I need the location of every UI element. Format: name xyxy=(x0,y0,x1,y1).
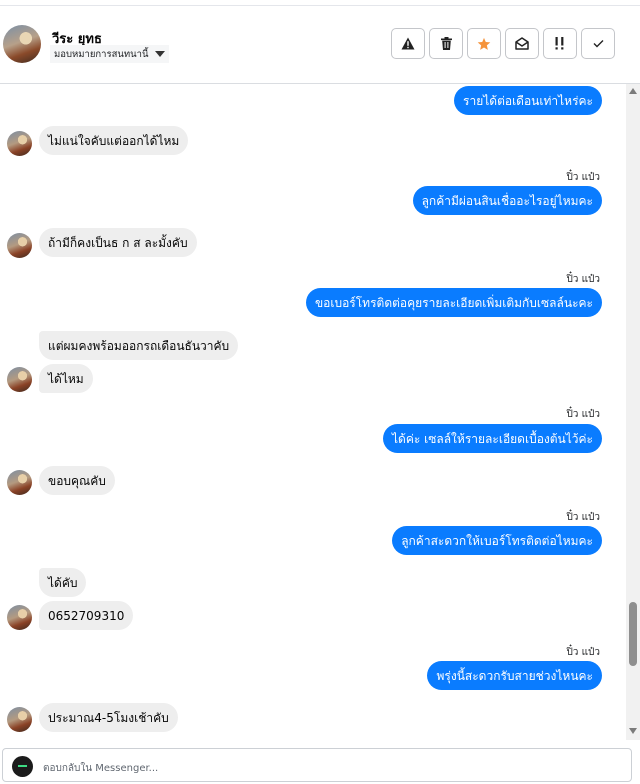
reply-composer[interactable]: ตอบกลับใน Messenger... xyxy=(2,748,632,782)
conversation-header: วีระ ยุทธ มอบหมายการสนทนานี้ xyxy=(0,6,640,84)
scroll-down-arrow-icon[interactable] xyxy=(629,728,637,734)
sender-name: ปิ๋ว แป๋ว xyxy=(566,172,600,183)
reply-input-placeholder[interactable]: ตอบกลับใน Messenger... xyxy=(43,761,158,776)
star-icon xyxy=(477,37,491,50)
sender-name: ปิ๋ว แป๋ว xyxy=(566,647,600,658)
incoming-message[interactable]: ประมาณ4-5โมงเช้าคับ xyxy=(39,703,178,732)
header-actions xyxy=(391,28,615,59)
delete-button[interactable] xyxy=(429,28,463,59)
follow-up-button[interactable] xyxy=(543,28,577,59)
contact-avatar-small xyxy=(7,131,32,156)
assign-conversation-dropdown[interactable]: มอบหมายการสนทนานี้ xyxy=(50,45,169,63)
done-button[interactable] xyxy=(581,28,615,59)
outgoing-message[interactable]: พรุ่งนี้สะดวกรับสายช่วงไหนคะ xyxy=(427,661,602,690)
warning-icon xyxy=(401,37,415,50)
thread-scrollbar[interactable] xyxy=(626,84,640,740)
sender-name: ปิ๋ว แป๋ว xyxy=(566,409,600,420)
outgoing-message[interactable]: ขอเบอร์โทรติดต่อคุยรายละเอียดเพิ่มเติมกั… xyxy=(305,288,602,317)
incoming-message[interactable]: ขอบคุณคับ xyxy=(39,466,115,495)
incoming-message[interactable]: แต่ผมคงพร้อมออกรถเดือนธันวาคับ xyxy=(39,331,239,360)
sender-name: ปิ๋ว แป๋ว xyxy=(566,274,600,285)
follow-up-icon xyxy=(555,37,564,50)
outgoing-message[interactable]: ลูกค้าสะดวกให้เบอร์โทรติดต่อไหมคะ xyxy=(392,526,602,555)
scrollbar-thumb[interactable] xyxy=(629,602,637,666)
scroll-up-arrow-icon[interactable] xyxy=(629,88,637,94)
message-thread[interactable]: รายได้ต่อเดือนเท่าไหร่คะ ไม่แน่ใจคับแต่อ… xyxy=(0,84,626,740)
outgoing-message[interactable]: ได้ค่ะ เซลล์ให้รายละเอียดเบื้องต้นไว้ค่ะ xyxy=(382,424,602,453)
incoming-message[interactable]: ได้คับ xyxy=(39,568,87,597)
assign-label: มอบหมายการสนทนานี้ xyxy=(54,48,149,60)
outgoing-message[interactable]: รายได้ต่อเดือนเท่าไหร่คะ xyxy=(454,86,602,115)
sender-name: ปิ๋ว แป๋ว xyxy=(566,512,600,523)
contact-avatar[interactable] xyxy=(3,25,41,63)
incoming-message[interactable]: ได้ไหม xyxy=(39,364,93,393)
mark-unread-icon xyxy=(515,37,529,50)
incoming-message[interactable]: ไม่แน่ใจคับแต่ออกได้ไหม xyxy=(39,126,189,155)
page-avatar-icon xyxy=(12,756,33,777)
contact-avatar-small xyxy=(7,470,32,495)
chevron-down-icon xyxy=(154,51,165,57)
contact-avatar-small xyxy=(7,605,32,630)
incoming-message[interactable]: 0652709310 xyxy=(39,601,134,630)
mark-unread-button[interactable] xyxy=(505,28,539,59)
outgoing-message[interactable]: ลูกค้ามีผ่อนสินเชื่ออะไรอยู่ไหมคะ xyxy=(412,186,602,215)
spam-button[interactable] xyxy=(391,28,425,59)
contact-avatar-small xyxy=(7,367,32,392)
contact-avatar-small xyxy=(7,707,32,732)
check-icon xyxy=(593,40,603,48)
contact-avatar-small xyxy=(7,233,32,258)
incoming-message[interactable]: ถ้ามีก็คงเป็นธ ก ส ละมั้งคับ xyxy=(39,228,197,257)
star-button[interactable] xyxy=(467,28,501,59)
trash-icon xyxy=(440,37,452,50)
